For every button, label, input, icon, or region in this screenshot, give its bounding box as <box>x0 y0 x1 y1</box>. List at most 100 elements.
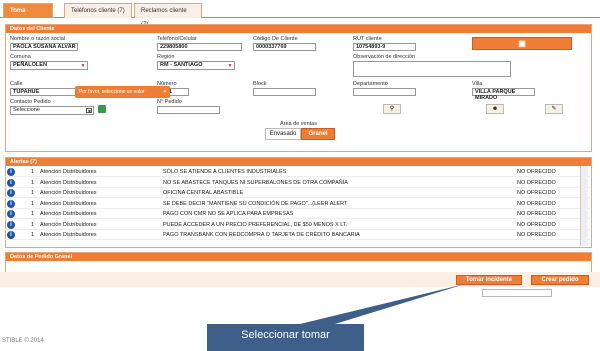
add-contact-icon[interactable] <box>98 105 106 113</box>
region-select[interactable]: RM - SANTIAGO ▼ <box>157 61 235 70</box>
alert-count: 1 <box>31 179 35 186</box>
alert-message: PAGO CON CMR NO SE APLICA PARA EMPRESAS <box>163 211 294 217</box>
lock-icon: ▣ <box>518 39 526 48</box>
name-field[interactable]: PAOLA SUSANA ALVAR <box>10 43 78 51</box>
alert-row[interactable]: i 1 Atención Distribuidores SE DEBE DECIR "… <box>5 199 590 209</box>
alert-status: NO OFRECIDO <box>517 179 556 186</box>
tomar-incidente-button[interactable]: Tomar Incidente <box>456 275 522 285</box>
lock-button[interactable]: ▣ <box>472 37 572 50</box>
alert-message: PUEDE ACCEDER A UN PRECIO PREFERENCIAL, … <box>163 221 348 228</box>
block-field[interactable] <box>253 88 316 96</box>
alert-row[interactable]: i 1 Atención Distribuidores OFICINA CENTRAL… <box>5 188 590 198</box>
area-granel-button[interactable]: Granel <box>301 128 335 140</box>
contacto-label: Contacto Pedido <box>10 99 51 105</box>
villa-label: Villa <box>472 81 483 87</box>
tooltip-text: Por favor, seleccione un valor <box>79 89 145 95</box>
comuna-value: PEÑALOLEN <box>13 62 47 68</box>
info-icon: i <box>7 178 15 187</box>
calle-label: Calle <box>10 81 23 87</box>
name-label: Nombre o razón social <box>10 36 66 42</box>
alert-count: 1 <box>31 221 35 228</box>
tab-bar: Toma Pedido Teléfonos cliente (7) Reclam… <box>0 0 600 28</box>
alert-row[interactable]: i 1 Atención Distribuidores PAGO CON CMR NO… <box>5 209 590 219</box>
validation-tooltip: Por favor, seleccione un valor ✕ <box>75 86 170 98</box>
close-icon[interactable]: ✕ <box>163 86 167 98</box>
alert-message: SE DEBE DECIR "MANTIENE SU CONDICIÓN DE … <box>163 200 348 207</box>
info-icon: i <box>7 231 15 239</box>
region-label: Región <box>157 54 175 60</box>
alert-message: PAGO TRANSBANK CON REDCOMPRA O TARJETA D… <box>163 232 360 238</box>
depto-label: Departamento <box>353 81 388 87</box>
alert-row[interactable]: i 1 Atención Distribuidores PUEDE ACCEDER A… <box>5 220 590 230</box>
npedido-label: N° Pedido <box>157 99 182 105</box>
alert-area: Atención Distribuidores <box>40 179 97 186</box>
alert-count: 1 <box>31 169 35 175</box>
chevron-down-icon: ▼ <box>86 108 92 115</box>
alert-area: Atención Distribuidores <box>40 211 97 217</box>
client-panel-header: Datos del Cliente <box>6 25 591 33</box>
code-field[interactable]: 0000337769 <box>253 43 316 51</box>
code-label: Código De Cliente <box>253 36 298 42</box>
alert-status: NO OFRECIDO <box>517 232 556 238</box>
alert-row[interactable]: i 1 Atención Distribuidores NO SE ABASTECE … <box>5 178 590 188</box>
map-search-icon[interactable]: ⚲ <box>383 104 401 114</box>
alert-area: Atención Distribuidores <box>40 190 97 196</box>
phone-label: Teléfono/Celular <box>157 36 197 42</box>
calle-field[interactable]: TUPAHUE <box>10 88 78 96</box>
alert-area: Atención Distribuidores <box>40 221 97 228</box>
alert-status: NO OFRECIDO <box>517 221 556 228</box>
info-icon: i <box>7 220 15 229</box>
alerts-scrollbar[interactable] <box>580 166 588 246</box>
alerts-panel-header: Alertas (7) <box>6 158 591 166</box>
alert-count: 1 <box>31 190 35 196</box>
area-label: Área de ventas <box>280 121 317 127</box>
alert-area: Atención Distribuidores <box>40 232 97 238</box>
tab-telefonos[interactable]: Teléfonos cliente (7) <box>64 3 132 18</box>
alert-row[interactable]: i 1 Atención Distribuidores SÓLO SE ATIENDE… <box>5 167 590 177</box>
callout-box: Seleccionar tomar <box>207 324 364 351</box>
npedido-field[interactable] <box>157 106 220 114</box>
tab-reclamos[interactable]: Reclamos cliente (7) <box>134 3 202 28</box>
alert-status: NO OFRECIDO <box>517 190 556 196</box>
edit-icon[interactable]: ✎ <box>545 104 563 114</box>
alert-row[interactable]: i 1 Atención Distribuidores PAGO TRANSBANK … <box>5 230 590 240</box>
info-icon: i <box>7 199 15 208</box>
crear-pedido-button[interactable]: Crear pedido <box>531 275 589 285</box>
alert-count: 1 <box>31 200 35 207</box>
comuna-select[interactable]: PEÑALOLEN ▼ <box>10 61 88 70</box>
alert-message: SÓLO SE ATIENDE A CLIENTES INDUSTRIALES <box>163 169 287 175</box>
chevron-down-icon: ▼ <box>80 63 86 69</box>
contacto-value: Seleccione <box>13 107 40 113</box>
depto-field[interactable] <box>353 88 416 96</box>
alert-count: 1 <box>31 211 35 217</box>
obs-textarea[interactable] <box>353 61 511 77</box>
alert-status: NO OFRECIDO <box>517 200 556 207</box>
footer-text: STIBLE © 2014 <box>2 338 44 344</box>
alert-area: Atención Distribuidores <box>40 169 97 175</box>
group-icon[interactable]: ☻ <box>486 104 504 114</box>
tab-toma-pedido[interactable]: Toma Pedido <box>3 3 53 28</box>
info-icon: i <box>7 210 15 218</box>
alert-status: NO OFRECIDO <box>517 169 556 175</box>
extra-field[interactable] <box>482 289 552 297</box>
comuna-label: Comuna <box>10 54 31 60</box>
alert-status: NO OFRECIDO <box>517 211 556 217</box>
callout-text: Seleccionar tomar <box>241 329 330 341</box>
rut-field[interactable]: 10754893-9 <box>353 43 416 51</box>
contacto-select[interactable]: Seleccione ▼ <box>10 106 94 115</box>
region-value: RM - SANTIAGO <box>160 62 203 68</box>
granel-panel-header: Datos de Pedido Granel <box>6 253 591 261</box>
info-icon: i <box>7 168 15 176</box>
villa-field[interactable]: VILLA PARQUE MIRADO <box>472 88 535 101</box>
block-label: Block <box>253 81 267 87</box>
alert-message: OFICINA CENTRAL ABASTIBLE <box>163 190 244 196</box>
obs-label: Observación de dirección <box>353 54 416 60</box>
alert-count: 1 <box>31 232 35 238</box>
rut-label: RUT cliente <box>353 36 382 42</box>
area-envasado-button[interactable]: Envasado <box>265 128 301 140</box>
alert-area: Atención Distribuidores <box>40 200 97 207</box>
info-icon: i <box>7 189 15 197</box>
alert-message: NO SE ABASTECE TANQUES NI SUPERBALONES D… <box>163 179 348 186</box>
phone-field[interactable]: 229805800 <box>157 43 242 51</box>
granel-panel: Datos de Pedido Granel <box>5 252 592 273</box>
